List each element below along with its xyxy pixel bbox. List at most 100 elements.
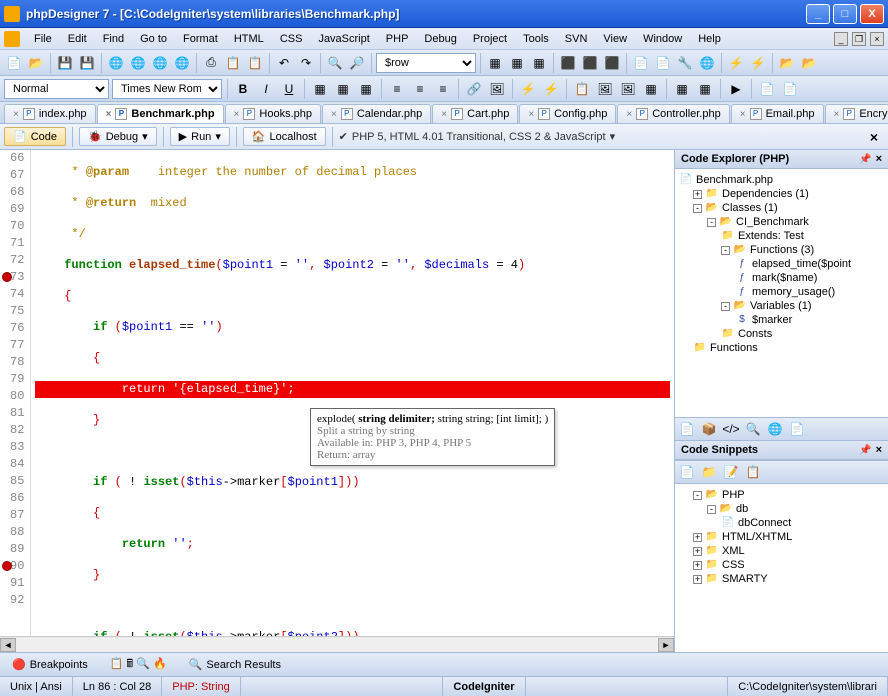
open-button[interactable]: 📂: [26, 53, 46, 73]
toolbar-button[interactable]: 📄: [780, 79, 800, 99]
tab-calendar[interactable]: ×PCalendar.php: [322, 104, 431, 123]
panel-button[interactable]: 🌐: [765, 419, 785, 439]
close-editor-button[interactable]: ×: [864, 129, 884, 145]
toolbar-button[interactable]: ⬛: [602, 53, 622, 73]
toolbar-button[interactable]: 🖼: [487, 79, 507, 99]
tab-controller[interactable]: ×PController.php: [617, 104, 729, 123]
menu-svn[interactable]: SVN: [557, 30, 596, 48]
menu-view[interactable]: View: [595, 30, 635, 48]
search-results-tab[interactable]: 🔍 Search Results: [183, 656, 287, 673]
menu-php[interactable]: PHP: [378, 30, 417, 48]
globe-icon[interactable]: 🌐: [150, 53, 170, 73]
doctype-info[interactable]: ✔ PHP 5, HTML 4.01 Transitional, CSS 2 &…: [339, 130, 615, 143]
menu-javascript[interactable]: JavaScript: [310, 30, 377, 48]
breakpoints-tab[interactable]: 🔴 Breakpoints: [6, 656, 94, 673]
toolbar-button[interactable]: ⚡: [748, 53, 768, 73]
new-button[interactable]: 📄: [4, 53, 24, 73]
toolbar-button[interactable]: 📄: [653, 53, 673, 73]
menu-format[interactable]: Format: [175, 30, 226, 48]
toolbar-button[interactable]: 🔍: [325, 53, 345, 73]
panel-button[interactable]: 📄: [677, 462, 697, 482]
globe-icon[interactable]: 🌐: [128, 53, 148, 73]
menu-find[interactable]: Find: [95, 30, 132, 48]
toolbar-button[interactable]: 📄: [631, 53, 651, 73]
minimize-button[interactable]: _: [806, 4, 830, 24]
panel-button[interactable]: 📄: [677, 419, 697, 439]
mdi-restore-button[interactable]: ❐: [852, 32, 866, 46]
globe-icon[interactable]: 🌐: [172, 53, 192, 73]
breakpoint-icon[interactable]: [2, 561, 12, 571]
panel-button[interactable]: 📁: [699, 462, 719, 482]
editor-hscroll[interactable]: ◄ ►: [0, 636, 674, 652]
tab-config[interactable]: ×PConfig.php: [519, 104, 616, 123]
toolbar-button[interactable]: 🔎: [347, 53, 367, 73]
toolbar-button[interactable]: ⬛: [580, 53, 600, 73]
run-tab[interactable]: ▶ Run ▾: [170, 127, 230, 146]
style-combo[interactable]: Normal: [4, 79, 109, 99]
bold-button[interactable]: B: [233, 79, 253, 99]
toolbar-button[interactable]: 📋: [223, 53, 243, 73]
toolbar-button[interactable]: 🔧: [675, 53, 695, 73]
toolbar-button[interactable]: 📂: [799, 53, 819, 73]
close-panel-icon[interactable]: ×: [876, 153, 882, 165]
menu-window[interactable]: Window: [635, 30, 690, 48]
tab-encrypt[interactable]: ×PEncrypt.php: [825, 104, 888, 123]
maximize-button[interactable]: □: [833, 4, 857, 24]
tab-cart[interactable]: ×PCart.php: [432, 104, 518, 123]
toolbar-button[interactable]: ▦: [695, 79, 715, 99]
toolbar-button[interactable]: 📋: [245, 53, 265, 73]
code-editor[interactable]: 66676869707172 73 74757677787980 8182838…: [0, 150, 674, 636]
localhost-tab[interactable]: 🏠 Localhost: [243, 127, 326, 146]
breakpoint-icon[interactable]: [2, 272, 12, 282]
menu-tools[interactable]: Tools: [515, 30, 557, 48]
toolbar-button[interactable]: ↶: [274, 53, 294, 73]
panel-button[interactable]: 📝: [721, 462, 741, 482]
toolbar-button[interactable]: 📄: [757, 79, 777, 99]
italic-button[interactable]: I: [256, 79, 276, 99]
toolbar-button[interactable]: ≡: [433, 79, 453, 99]
toolbar-button[interactable]: ▦: [310, 79, 330, 99]
close-button[interactable]: X: [860, 4, 884, 24]
toolbar-button[interactable]: 🌐: [697, 53, 717, 73]
toolbar-button[interactable]: 🖼: [618, 79, 638, 99]
menu-file[interactable]: File: [26, 30, 60, 48]
toolbar-button[interactable]: 🖼: [595, 79, 615, 99]
toolbar-button[interactable]: ▦: [333, 79, 353, 99]
toolbar-button[interactable]: ↷: [296, 53, 316, 73]
toolbar-button[interactable]: ⚡: [518, 79, 538, 99]
toolbar-button[interactable]: 📂: [777, 53, 797, 73]
panel-button[interactable]: 📦: [699, 419, 719, 439]
row-combo[interactable]: $row: [376, 53, 476, 73]
pin-icon[interactable]: 📌: [859, 445, 871, 456]
toolbar-button[interactable]: ▦: [485, 53, 505, 73]
mdi-close-button[interactable]: ×: [870, 32, 884, 46]
toolbar-button[interactable]: ≡: [410, 79, 430, 99]
tab-hooks[interactable]: ×PHooks.php: [225, 104, 321, 123]
tab-email[interactable]: ×PEmail.php: [731, 104, 824, 123]
pin-icon[interactable]: 📌: [859, 154, 871, 165]
globe-icon[interactable]: 🌐: [106, 53, 126, 73]
toolbar-button[interactable]: ▦: [356, 79, 376, 99]
code-content[interactable]: * @param integer the number of decimal p…: [31, 150, 674, 636]
close-panel-icon[interactable]: ×: [876, 444, 882, 456]
scroll-left-icon[interactable]: ◄: [0, 638, 16, 652]
tab-index[interactable]: ×Pindex.php: [4, 104, 96, 123]
menu-edit[interactable]: Edit: [60, 30, 95, 48]
toolbar-button[interactable]: ▦: [529, 53, 549, 73]
toolbar-button[interactable]: ▦: [641, 79, 661, 99]
toolbar-button[interactable]: ⚡: [726, 53, 746, 73]
menu-debug[interactable]: Debug: [416, 30, 464, 48]
menu-help[interactable]: Help: [690, 30, 729, 48]
toolbar-button[interactable]: ⬛: [558, 53, 578, 73]
mdi-minimize-button[interactable]: _: [834, 32, 848, 46]
toolbar-button[interactable]: ▦: [507, 53, 527, 73]
menu-html[interactable]: HTML: [226, 30, 272, 48]
menu-project[interactable]: Project: [465, 30, 515, 48]
menu-goto[interactable]: Go to: [132, 30, 175, 48]
font-combo[interactable]: Times New Roman: [112, 79, 222, 99]
panel-button[interactable]: 🔍: [743, 419, 763, 439]
toolbar-button[interactable]: ▶: [726, 79, 746, 99]
code-tab[interactable]: 📄 Code: [4, 127, 66, 146]
explorer-tree[interactable]: 📄Benchmark.php +📁Dependencies (1) -📂Clas…: [675, 169, 888, 417]
toolbar-button[interactable]: 📋: [572, 79, 592, 99]
